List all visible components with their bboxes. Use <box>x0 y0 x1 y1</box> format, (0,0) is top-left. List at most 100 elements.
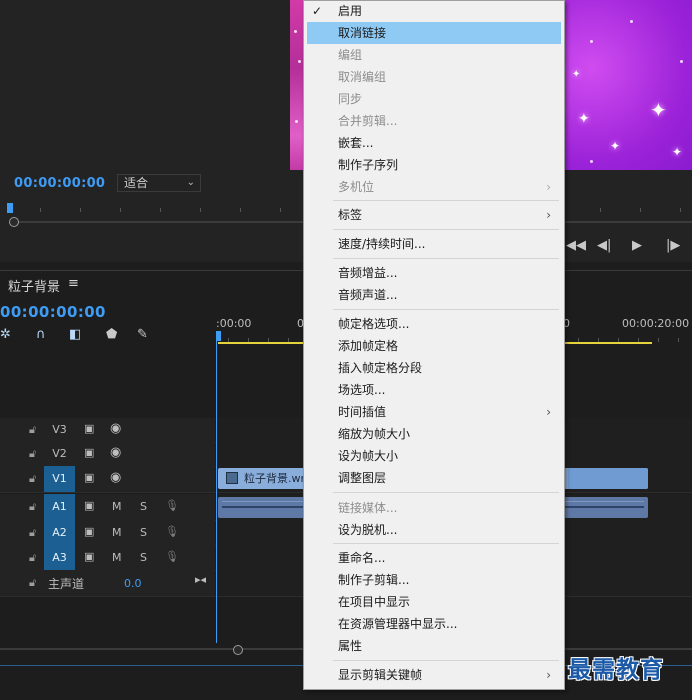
zoom-fit-select[interactable]: 适合 ⌄ <box>117 174 201 192</box>
solo-button[interactable]: S <box>140 500 147 513</box>
sync-lock-icon[interactable]: ▣ <box>84 499 94 512</box>
menu-item-label: 启用 <box>338 4 363 18</box>
zoom-fit-value: 适合 <box>124 176 149 190</box>
menu-item-label: 重命名... <box>338 551 386 565</box>
monitor-playhead[interactable] <box>7 203 13 213</box>
clip-selected-region <box>568 468 648 489</box>
step-back-icon[interactable]: ◀◀ <box>566 238 586 253</box>
particle-dot <box>590 40 593 43</box>
menu-separator <box>333 309 559 310</box>
menu-item[interactable]: 在项目中显示 <box>307 591 561 613</box>
menu-item[interactable]: 添加帧定格 <box>307 335 561 357</box>
solo-button[interactable]: S <box>140 551 147 564</box>
lock-icon[interactable]: 🔓︎ <box>29 423 36 437</box>
sparkle-icon: ✦ <box>672 145 683 159</box>
microphone-icon[interactable]: 🎙︎ <box>165 499 179 512</box>
mute-button[interactable]: M <box>112 500 122 513</box>
track-name[interactable]: V2 <box>44 447 75 460</box>
menu-item-label: 设为脱机... <box>338 523 398 537</box>
lock-icon[interactable]: 🔓︎ <box>29 500 36 514</box>
lock-icon[interactable]: 🔓︎ <box>29 526 36 540</box>
sync-lock-icon[interactable]: ▣ <box>84 550 94 563</box>
track-name[interactable]: V3 <box>44 423 75 436</box>
mute-button[interactable]: M <box>112 526 122 539</box>
microphone-icon[interactable]: 🎙︎ <box>165 550 179 563</box>
sync-lock-icon[interactable]: ▣ <box>84 446 94 459</box>
go-to-end-icon[interactable]: ▸◂ <box>195 573 206 586</box>
menu-item[interactable]: 场选项... <box>307 379 561 401</box>
playhead-timecode[interactable]: 00:00:00:00 <box>14 176 105 191</box>
track-name[interactable]: A2 <box>44 520 75 545</box>
mute-button[interactable]: M <box>112 551 122 564</box>
snap-icon[interactable]: ✲ <box>0 327 11 342</box>
lock-icon[interactable]: 🔓︎ <box>29 447 36 461</box>
menu-item[interactable]: 取消链接 <box>307 22 561 44</box>
sparkle-icon: ✦ <box>572 69 581 80</box>
timeline-scroll-handle[interactable] <box>233 645 243 655</box>
menu-item[interactable]: 缩放为帧大小 <box>307 423 561 445</box>
menu-item[interactable]: ✓ 启用 <box>307 0 561 22</box>
frame-back-icon[interactable]: ◀| <box>597 238 611 253</box>
lock-icon[interactable]: 🔓︎ <box>29 551 36 565</box>
menu-item[interactable]: 重命名... <box>307 547 561 569</box>
clip-name: 粒子背景.wm <box>244 472 312 485</box>
menu-separator <box>333 200 559 201</box>
timeline-timecode[interactable]: 00:00:00:00 <box>0 303 106 321</box>
menu-item-label: 速度/持续时间... <box>338 237 426 251</box>
menu-item-label: 显示剪辑关键帧 <box>338 668 423 682</box>
menu-item[interactable]: 音频声道... <box>307 284 561 306</box>
menu-item[interactable]: 插入帧定格分段 <box>307 357 561 379</box>
menu-item-label: 多机位 <box>338 180 375 194</box>
panel-menu-icon[interactable]: ≡ <box>68 276 79 291</box>
menu-item: 多机位 › <box>307 176 561 198</box>
menu-item-label: 插入帧定格分段 <box>338 361 423 375</box>
sync-lock-icon[interactable]: ▣ <box>84 471 94 484</box>
menu-item[interactable]: 音频增益... <box>307 262 561 284</box>
menu-item-label: 取消链接 <box>338 26 387 40</box>
monitor-scroll-handle[interactable] <box>9 217 19 227</box>
menu-item-label: 嵌套... <box>338 136 374 150</box>
lock-icon[interactable]: 🔓︎ <box>29 472 36 486</box>
menu-separator <box>333 543 559 544</box>
menu-item[interactable]: 显示剪辑关键帧 › <box>307 664 561 686</box>
master-volume-value[interactable]: 0.0 <box>124 577 142 590</box>
timeline-playhead[interactable] <box>216 331 221 341</box>
sequence-tab[interactable]: 粒子背景 <box>8 276 60 295</box>
menu-item-label: 制作子序列 <box>338 158 399 172</box>
solo-button[interactable]: S <box>140 526 147 539</box>
magnet-icon[interactable]: ∩ <box>36 327 46 342</box>
menu-item-label: 音频增益... <box>338 266 398 280</box>
track-name[interactable]: V1 <box>44 466 75 492</box>
menu-item[interactable]: 嵌套... <box>307 132 561 154</box>
track-name[interactable]: A3 <box>44 545 75 570</box>
add-marker-icon[interactable]: ⬟ <box>106 327 117 342</box>
wrench-icon[interactable]: ✎ <box>137 327 148 342</box>
sync-lock-icon[interactable]: ▣ <box>84 422 94 435</box>
menu-item[interactable]: 在资源管理器中显示... <box>307 613 561 635</box>
menu-item[interactable]: 时间插值 › <box>307 401 561 423</box>
menu-item[interactable]: 调整图层 <box>307 467 561 489</box>
menu-item[interactable]: 制作子序列 <box>307 154 561 176</box>
menu-item[interactable]: 帧定格选项... <box>307 313 561 335</box>
menu-item-label: 调整图层 <box>338 471 387 485</box>
menu-item[interactable]: 设为帧大小 <box>307 445 561 467</box>
eye-icon[interactable]: ◉ <box>110 445 121 460</box>
particle-dot <box>590 160 593 163</box>
menu-item[interactable]: 设为脱机... <box>307 519 561 541</box>
menu-item[interactable]: 标签 › <box>307 204 561 226</box>
play-icon[interactable]: ▶ <box>632 238 642 253</box>
sync-lock-icon[interactable]: ▣ <box>84 525 94 538</box>
master-track-label: 主声道 <box>48 577 85 591</box>
lock-icon[interactable]: 🔓︎ <box>29 576 36 590</box>
linked-selection-icon[interactable]: ◧ <box>69 327 81 342</box>
menu-item-label: 链接媒体... <box>338 501 398 515</box>
menu-item[interactable]: 属性 <box>307 635 561 657</box>
menu-item[interactable]: 制作子剪辑... <box>307 569 561 591</box>
eye-icon[interactable]: ◉ <box>110 470 121 485</box>
menu-item[interactable]: 速度/持续时间... <box>307 233 561 255</box>
ruler-label: :00:00 <box>216 317 252 330</box>
eye-icon[interactable]: ◉ <box>110 421 121 436</box>
frame-forward-icon[interactable]: |▶ <box>666 238 680 253</box>
track-name[interactable]: A1 <box>44 494 75 520</box>
microphone-icon[interactable]: 🎙︎ <box>165 525 179 538</box>
